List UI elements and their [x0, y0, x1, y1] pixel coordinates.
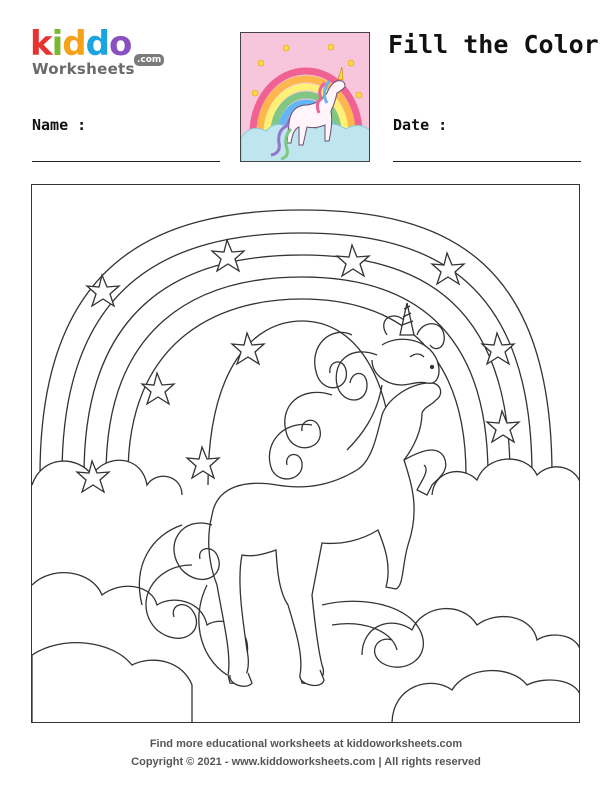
name-field-line[interactable]	[32, 161, 220, 162]
logo-domain: .com	[134, 54, 165, 66]
date-field-line[interactable]	[393, 161, 581, 162]
mane-curl-2	[314, 331, 353, 389]
page-title: Fill the Color	[388, 30, 599, 59]
mane-curl-4	[268, 423, 313, 480]
footer-copyright: Copyright © 2021 - www.kiddoworksheets.c…	[131, 756, 481, 768]
logo-letter: k	[30, 24, 53, 64]
rainbow-arc-1	[39, 209, 553, 476]
sample-unicorn-illustration	[241, 33, 369, 161]
rainbow-arc-3	[83, 254, 511, 476]
logo-letter: i	[51, 24, 64, 64]
colored-sample-image	[240, 32, 370, 162]
date-label: Date :	[393, 116, 448, 134]
cloud-right	[431, 458, 579, 496]
cloud-bottom-right	[361, 608, 579, 656]
coloring-area[interactable]	[31, 184, 580, 723]
mane-curl-1	[335, 351, 378, 401]
name-label: Name :	[32, 116, 87, 134]
unicorn-line-art	[32, 209, 579, 722]
logo-letter: d	[62, 24, 86, 64]
mane-curl-3	[284, 391, 333, 449]
unicorn-head	[371, 338, 440, 386]
cloud-left	[32, 459, 183, 496]
logo-wordmark: kiddo	[30, 24, 132, 64]
kiddo-logo[interactable]: kiddo Worksheets .com	[30, 26, 170, 82]
logo-letter: o	[108, 24, 132, 64]
logo-subtitle: Worksheets	[32, 60, 135, 78]
stars	[75, 237, 521, 494]
logo-letter: d	[85, 24, 110, 64]
footer-promo: Find more educational worksheets at kidd…	[149, 738, 463, 750]
